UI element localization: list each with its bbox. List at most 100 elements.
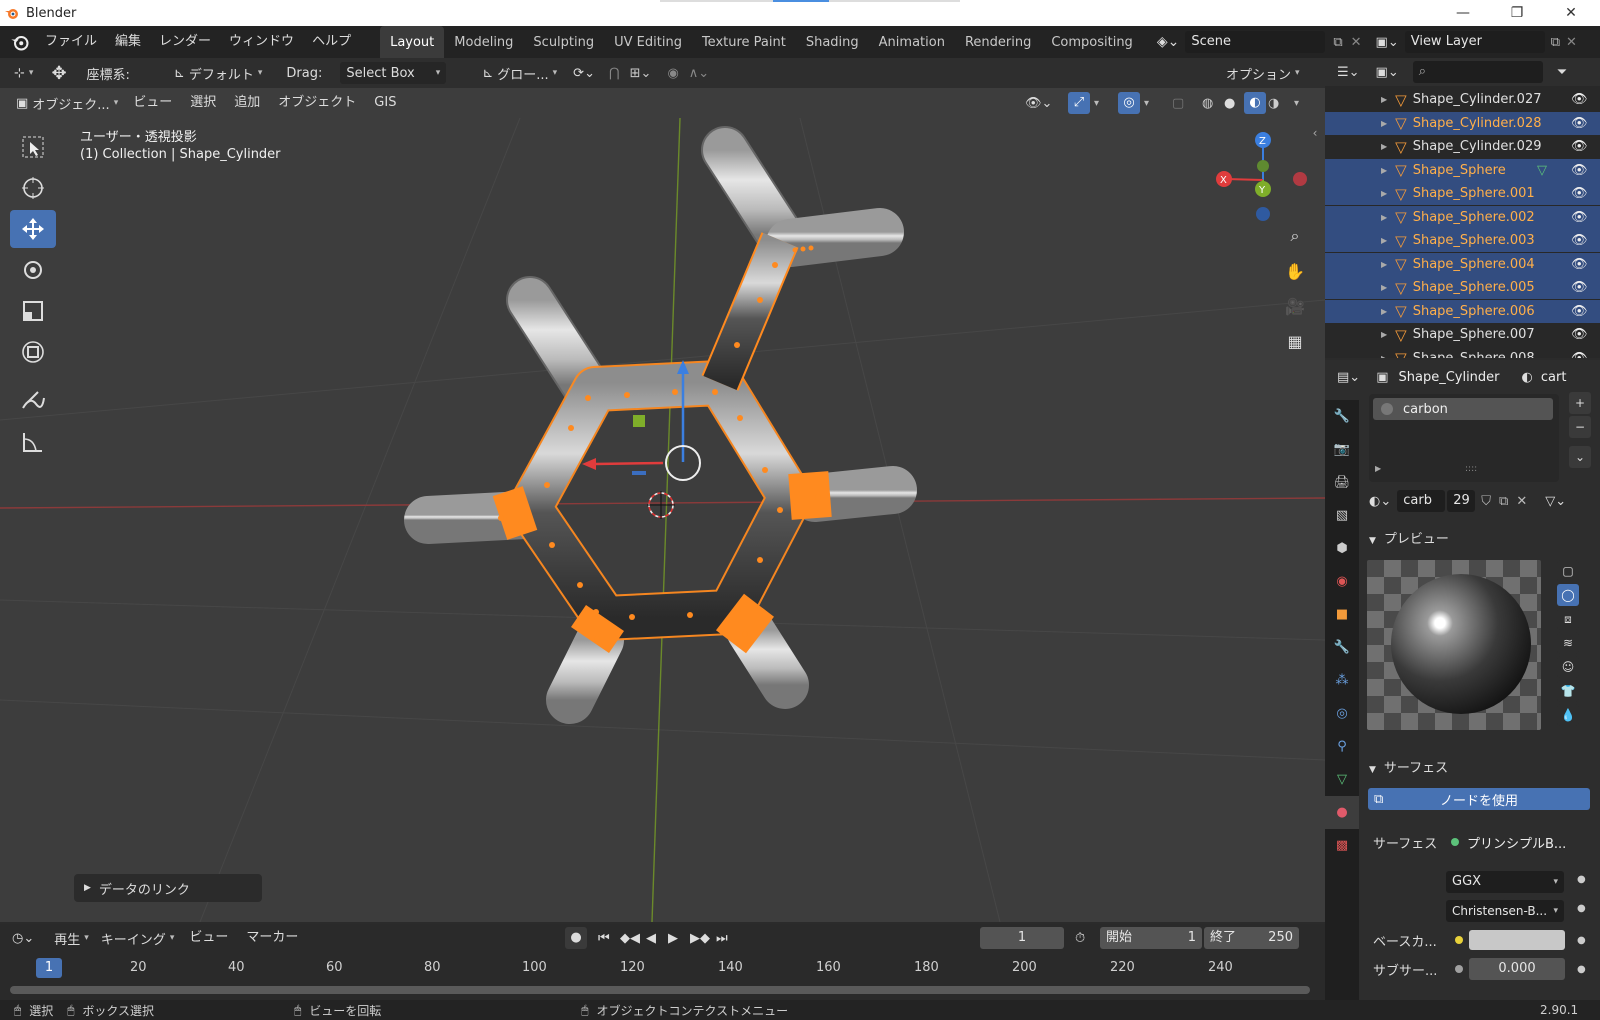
expand-arrow-icon[interactable]: ▶: [1381, 260, 1387, 269]
annotate-tool[interactable]: [10, 382, 56, 420]
base-color-swatch[interactable]: [1469, 930, 1565, 950]
vp-menu-add[interactable]: 追加: [225, 87, 269, 119]
preview-fluid-button[interactable]: 💧: [1557, 704, 1579, 726]
expand-arrow-icon[interactable]: ▶: [1381, 119, 1387, 128]
outliner[interactable]: ☰⌄ ▣⌄ ⌕ ⏷ ▶ ▽ Shape_Cylinder.027 👁 ▶ ▽ Shape_C…: [1325, 58, 1600, 358]
scene-icon[interactable]: ◈⌄: [1157, 34, 1180, 50]
tab-uv-editing[interactable]: UV Editing: [604, 26, 692, 58]
preview-panel-header[interactable]: ▼ プレビュー: [1369, 528, 1449, 547]
surface-shader-field[interactable]: プリンシプルB...: [1445, 831, 1572, 853]
overlay-icon[interactable]: ◎: [1118, 92, 1140, 114]
outliner-row[interactable]: ▶ ▽ Shape_Sphere.002 👁: [1325, 205, 1600, 229]
expand-arrow-icon[interactable]: ▶: [1381, 236, 1387, 245]
pivot-icon[interactable]: ⟳⌄: [573, 66, 595, 81]
expand-arrow-icon[interactable]: ▶: [1381, 330, 1387, 339]
outliner-row[interactable]: ▶ ▽ Shape_Sphere ▽ 👁: [1325, 158, 1600, 182]
scene-copy-icon[interactable]: ⧉: [1333, 35, 1342, 50]
end-frame-field[interactable]: 終了 250: [1204, 927, 1299, 949]
outliner-row[interactable]: ▶ ▽ Shape_Sphere.008 👁: [1325, 347, 1600, 359]
stopwatch-icon[interactable]: ⏱: [1075, 931, 1085, 946]
visibility-icon[interactable]: 👁⌄: [1025, 96, 1052, 111]
expand-arrow-icon[interactable]: ▶: [1381, 354, 1387, 359]
keying-menu[interactable]: キーイング ▾: [95, 927, 181, 949]
3d-viewport[interactable]: Z X Y ユーザー・透視投影 (1) Collection | Shape_C…: [0, 118, 1325, 922]
properties-editor-icon[interactable]: ▤⌄: [1337, 370, 1360, 385]
distribution-dropdown[interactable]: GGX ▾: [1446, 871, 1564, 893]
unlink-material-icon[interactable]: ✕: [1516, 494, 1527, 509]
camera-icon[interactable]: 🎥: [1280, 291, 1310, 321]
preview-flat-button[interactable]: ▢: [1557, 560, 1579, 582]
playhead[interactable]: 1: [36, 958, 62, 978]
material-tab[interactable]: ●: [1325, 796, 1359, 829]
pan-hand-icon[interactable]: ✋: [1280, 256, 1310, 286]
next-keyframe-icon[interactable]: ▶◆: [690, 931, 710, 946]
overlay-dropdown-icon[interactable]: ▾: [1144, 98, 1149, 109]
expand-arrow-icon[interactable]: ▶: [1381, 213, 1387, 222]
record-button[interactable]: ●: [565, 927, 587, 949]
tab-sculpting[interactable]: Sculpting: [523, 26, 604, 58]
render-tab[interactable]: 📷: [1325, 433, 1359, 466]
expand-arrow-icon[interactable]: ▶: [1381, 283, 1387, 292]
tab-layout[interactable]: Layout: [380, 26, 445, 58]
visibility-eye-icon[interactable]: 👁: [1571, 163, 1588, 178]
timeline-scrollbar[interactable]: [10, 986, 1310, 994]
view-layer-field[interactable]: View Layer: [1404, 31, 1545, 53]
cursor-tool[interactable]: [10, 169, 56, 207]
jump-start-icon[interactable]: ⏮: [598, 931, 610, 946]
vp-menu-gis[interactable]: GIS: [365, 87, 405, 119]
editor-type-dropdown[interactable]: ⊹ ▾: [8, 62, 39, 84]
vp-menu-object[interactable]: オブジェクト: [269, 87, 365, 119]
visibility-eye-icon[interactable]: 👁: [1571, 186, 1588, 201]
fake-user-icon[interactable]: ⛉: [1481, 494, 1491, 509]
menu-file[interactable]: ファイル: [36, 26, 106, 58]
options-dropdown[interactable]: オプション ▾: [1220, 62, 1306, 84]
tab-rendering[interactable]: Rendering: [955, 26, 1041, 58]
outliner-row[interactable]: ▶ ▽ Shape_Sphere.004 👁: [1325, 252, 1600, 276]
link-panel[interactable]: ▶ データのリンク: [74, 874, 262, 902]
material-browse-icon[interactable]: ◐⌄: [1369, 494, 1391, 509]
preview-hair-button[interactable]: ≋: [1557, 632, 1579, 654]
constraints-tab[interactable]: ⚲: [1325, 730, 1359, 763]
duplicate-material-icon[interactable]: ⧉: [1499, 494, 1508, 509]
output-tab[interactable]: 🖨: [1325, 466, 1359, 499]
tab-texture-paint[interactable]: Texture Paint: [692, 26, 796, 58]
timeline-marker-menu[interactable]: マーカー: [237, 922, 307, 954]
outliner-row[interactable]: ▶ ▽ Shape_Sphere.003 👁: [1325, 229, 1600, 252]
prev-keyframe-icon[interactable]: ◆◀: [620, 931, 640, 946]
minimize-button[interactable]: —: [1440, 0, 1486, 26]
slot-expand-icon[interactable]: ▶: [1375, 464, 1381, 473]
zoom-icon[interactable]: ⌕: [1280, 221, 1310, 251]
subsurface-value-field[interactable]: 0.000: [1469, 958, 1565, 980]
mode-dropdown[interactable]: ▣ オブジェク... ▾: [10, 92, 124, 114]
play-reverse-icon[interactable]: ◀: [646, 931, 656, 946]
subsurface-keyframe-dot[interactable]: ●: [1577, 964, 1586, 975]
scene-name-field[interactable]: Scene: [1185, 31, 1326, 53]
filter-icon[interactable]: ⏷: [1557, 65, 1567, 80]
playback-menu[interactable]: 再生 ▾: [48, 927, 95, 949]
falloff-icon[interactable]: ∧⌄: [689, 66, 709, 81]
xray-icon[interactable]: ▢: [1172, 96, 1184, 111]
outliner-search-input[interactable]: ⌕: [1412, 61, 1543, 83]
menu-help[interactable]: ヘルプ: [303, 26, 360, 58]
physics-tab[interactable]: ◎: [1325, 697, 1359, 730]
remove-slot-button[interactable]: −: [1569, 416, 1591, 438]
particles-tab[interactable]: ⁂: [1325, 664, 1359, 697]
link-type-icon[interactable]: ▽⌄: [1545, 494, 1566, 509]
preview-cloth-button[interactable]: 👕: [1557, 680, 1579, 702]
shading-solid-icon[interactable]: ●: [1224, 96, 1235, 111]
menu-render[interactable]: レンダー: [150, 26, 220, 58]
outliner-row[interactable]: ▶ ▽ Shape_Cylinder.028 👁: [1325, 111, 1600, 135]
timeline-view-menu[interactable]: ビュー: [180, 922, 237, 954]
slot-resize-handle[interactable]: ::::: [1465, 464, 1477, 474]
subsurface-method-keyframe-dot[interactable]: ●: [1577, 903, 1586, 914]
tab-modeling[interactable]: Modeling: [444, 26, 523, 58]
outliner-row[interactable]: ▶ ▽ Shape_Sphere.001 👁: [1325, 182, 1600, 205]
vp-menu-select[interactable]: 選択: [181, 87, 225, 119]
outliner-row[interactable]: ▶ ▽ Shape_Cylinder.027 👁: [1325, 88, 1600, 111]
visibility-eye-icon[interactable]: 👁: [1571, 116, 1588, 131]
tab-shading[interactable]: Shading: [796, 26, 869, 58]
material-slot-item[interactable]: carbon: [1373, 398, 1553, 420]
visibility-eye-icon[interactable]: 👁: [1571, 233, 1588, 248]
shading-rendered-icon[interactable]: ◑: [1268, 96, 1279, 111]
outliner-editor-icon[interactable]: ☰⌄: [1337, 65, 1360, 80]
